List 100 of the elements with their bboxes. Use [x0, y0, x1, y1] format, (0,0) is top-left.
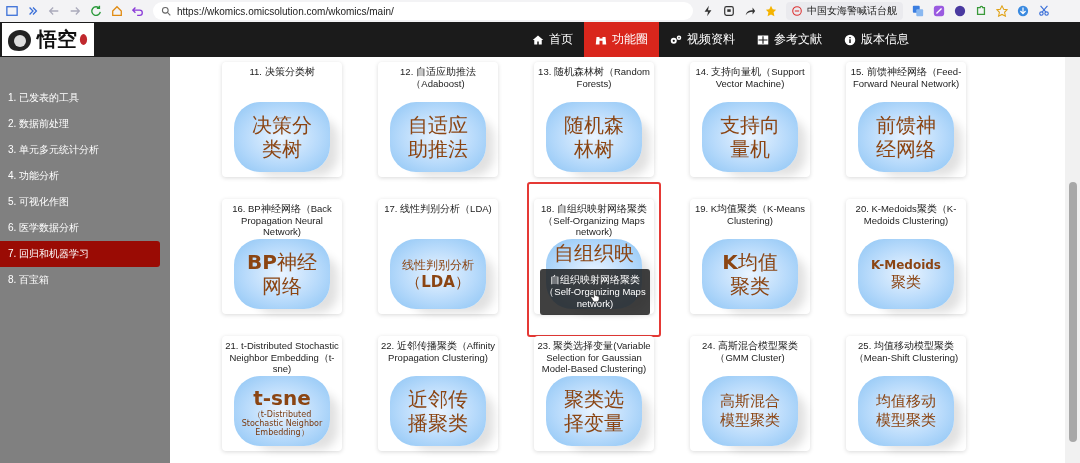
sidebar-item[interactable]: 6. 医学数据分析: [0, 215, 160, 241]
translate-icon[interactable]: [912, 5, 924, 17]
tool-card[interactable]: 18. 自组织映射网络聚类（Self-Organizing Maps network) 自组织映 自组织映射网络聚类（Self-Organizing Maps network): [534, 199, 654, 314]
nav-link[interactable]: 视频资料: [659, 22, 746, 57]
home-icon[interactable]: [111, 5, 123, 17]
undo-icon[interactable]: [132, 5, 144, 17]
tool-title: 14. 支持向量机（Support Vector Machine): [694, 65, 806, 91]
thumbnail-text: 模型聚类: [720, 411, 780, 430]
scrollbar[interactable]: [1065, 57, 1080, 463]
thumbnail-text: 决策分: [252, 113, 312, 137]
tool-title: 18. 自组织映射网络聚类（Self-Organizing Maps network): [540, 202, 648, 235]
search-icon: [161, 6, 171, 16]
reload-icon[interactable]: [90, 5, 102, 17]
favorites-icon[interactable]: [996, 5, 1008, 17]
thumbnail-text: 自适应: [408, 113, 468, 137]
sidebar-item[interactable]: 3. 单元多元统计分析: [0, 137, 160, 163]
thumbnail-text: 模型聚类: [876, 411, 936, 430]
sidebar-item[interactable]: 1. 已发表的工具: [0, 85, 160, 111]
tool-card[interactable]: 22. 近邻传播聚类（Affinity Propagation Clustering) 近邻传 播聚类: [378, 336, 498, 451]
tool-title: 21. t-Distributed Stochastic Neighbor Embedding（t-sne): [224, 339, 340, 372]
nav-link[interactable]: 参考文献: [746, 22, 833, 57]
thumbnail-text: 聚类: [891, 272, 921, 292]
thumbnail-text: 聚类选: [564, 387, 624, 411]
thumbnail-text: （LDA）: [406, 272, 470, 292]
tool-card[interactable]: 12. 自适应助推法（Adaboost) 自适应 助推法: [378, 62, 498, 177]
double-chevron-icon[interactable]: [27, 5, 39, 17]
news-text: 中国女海警喊话台舰: [807, 4, 897, 18]
nav-link[interactable]: 版本信息: [833, 22, 920, 57]
scissors-icon[interactable]: [1038, 5, 1050, 17]
logo-text: 悟空: [37, 26, 77, 53]
tool-title: 19. K均值聚类（K-Means Clustering): [693, 202, 807, 228]
thumbnail-text: 聚类: [730, 274, 770, 298]
lightning-icon[interactable]: [702, 5, 714, 17]
tool-card[interactable]: 15. 前馈神经网络（Feed-Forward Neural Network) 前馈神 经网络: [846, 62, 966, 177]
sidebar-item[interactable]: 8. 百宝箱: [0, 267, 160, 293]
news-ticker[interactable]: 中国女海警喊话台舰: [786, 2, 903, 20]
thumbnail-text: t-sne: [253, 385, 311, 410]
thumbnail-text: 线性判别分析: [402, 256, 474, 273]
thumbnail-text: （t-Distributed Stochastic Neighbor Embedding）: [240, 409, 324, 437]
tool-title: 25. 均值移动模型聚类（Mean-Shift Clustering): [852, 339, 960, 365]
tool-card[interactable]: 11. 决策分类树 决策分 类树: [222, 62, 342, 177]
thumbnail-text: 类树: [262, 137, 302, 161]
thumbnail-text: 支持向: [720, 113, 780, 137]
sidebar-item[interactable]: 2. 数据前处理: [0, 111, 160, 137]
pen-icon[interactable]: [933, 5, 945, 17]
thumbnail-text: 助推法: [408, 137, 468, 161]
thumbnail-text: 随机森: [564, 113, 624, 137]
sidebar-item[interactable]: 7. 回归和机器学习: [0, 241, 160, 267]
table-icon: [757, 33, 769, 46]
thumbnail-text: 近邻传: [408, 387, 468, 411]
tool-card[interactable]: 19. K均值聚类（K-Means Clustering) K均值 聚类: [690, 199, 810, 314]
tool-title: 16. BP神经网络（Back Propagation Neural Network): [231, 202, 333, 235]
sidebar-item[interactable]: 5. 可视化作图: [0, 189, 160, 215]
thumbnail-text: 播聚类: [408, 411, 468, 435]
nav-link[interactable]: 功能圈: [584, 22, 659, 57]
tool-title: 23. 聚类选择变量(Variable Selection for Gaussian Model-Based Clustering): [536, 339, 652, 372]
thumbnail-text: 林树: [574, 137, 614, 161]
screenshot-icon[interactable]: [723, 5, 735, 17]
url-text: https://wkomics.omicsolution.com/wkomics/main/: [177, 5, 394, 17]
nav-link[interactable]: 首页: [521, 22, 584, 57]
thumbnail-text: 自组织映: [554, 241, 634, 265]
thumbnail-text: 量机: [730, 137, 770, 161]
tool-card[interactable]: 17. 线性判别分析（LDA) 线性判别分析 （LDA）: [378, 199, 498, 314]
tool-title: 24. 高斯混合模型聚类（GMM Cluster): [701, 339, 799, 365]
logo[interactable]: 悟空: [2, 23, 94, 56]
tool-title: 22. 近邻传播聚类（Affinity Propagation Clustering): [379, 339, 497, 365]
tool-card[interactable]: 21. t-Distributed Stochastic Neighbor Embedding（t-sne) t-sne （t-Distributed Stochastic Neighbor Embedding）: [222, 336, 342, 451]
thumbnail-text: 经网络: [876, 137, 936, 161]
tool-card[interactable]: 20. K-Medoids聚类（K-Medoids Clustering) K-Medoids 聚类: [846, 199, 966, 314]
forward-icon[interactable]: [69, 5, 81, 17]
thumbnail-text: BP神经: [247, 250, 317, 274]
home-icon: [532, 33, 544, 46]
address-bar[interactable]: https://wkomics.omicsolution.com/wkomics/main/: [153, 2, 693, 20]
logo-icon: [792, 6, 802, 16]
sidebar-item[interactable]: 4. 功能分析: [0, 163, 160, 189]
tool-card[interactable]: 13. 随机森林树（Random Forests) 随机森 林树: [534, 62, 654, 177]
download-icon[interactable]: [1017, 5, 1029, 17]
back-icon[interactable]: [48, 5, 60, 17]
thumbnail-text: 网络: [262, 274, 302, 298]
thumbnail-text: 前馈神: [876, 113, 936, 137]
extension-icon[interactable]: [954, 5, 966, 17]
tool-card[interactable]: 24. 高斯混合模型聚类（GMM Cluster) 高斯混合 模型聚类: [690, 336, 810, 451]
thumbnail-text: 均值移动: [876, 392, 936, 411]
tool-card[interactable]: 23. 聚类选择变量(Variable Selection for Gaussian Model-Based Clustering) 聚类选 择变量: [534, 336, 654, 451]
tool-title: 17. 线性判别分析（LDA): [383, 202, 493, 216]
tool-card[interactable]: 16. BP神经网络（Back Propagation Neural Network) BP神经 网络: [222, 199, 342, 314]
puzzle-icon[interactable]: [975, 5, 987, 17]
star-icon[interactable]: [765, 5, 777, 17]
thumbnail-text: K均值: [722, 250, 778, 274]
tool-title: 15. 前馈神经网络（Feed-Forward Neural Network): [849, 65, 963, 91]
gears-icon: [670, 33, 682, 46]
seal-icon: [79, 33, 88, 46]
tooltip: 自组织映射网络聚类（Self-Organizing Maps network): [540, 269, 650, 315]
sidebar-toggle-icon[interactable]: [6, 5, 18, 17]
tool-card[interactable]: 25. 均值移动模型聚类（Mean-Shift Clustering) 均值移动 模型聚类: [846, 336, 966, 451]
tool-title: 20. K-Medoids聚类（K-Medoids Clustering): [854, 202, 958, 228]
thumbnail-text: 高斯混合: [720, 392, 780, 411]
info-icon: [844, 33, 856, 46]
tool-card[interactable]: 14. 支持向量机（Support Vector Machine) 支持向 量机: [690, 62, 810, 177]
thumbnail-text: K-Medoids: [871, 256, 941, 273]
